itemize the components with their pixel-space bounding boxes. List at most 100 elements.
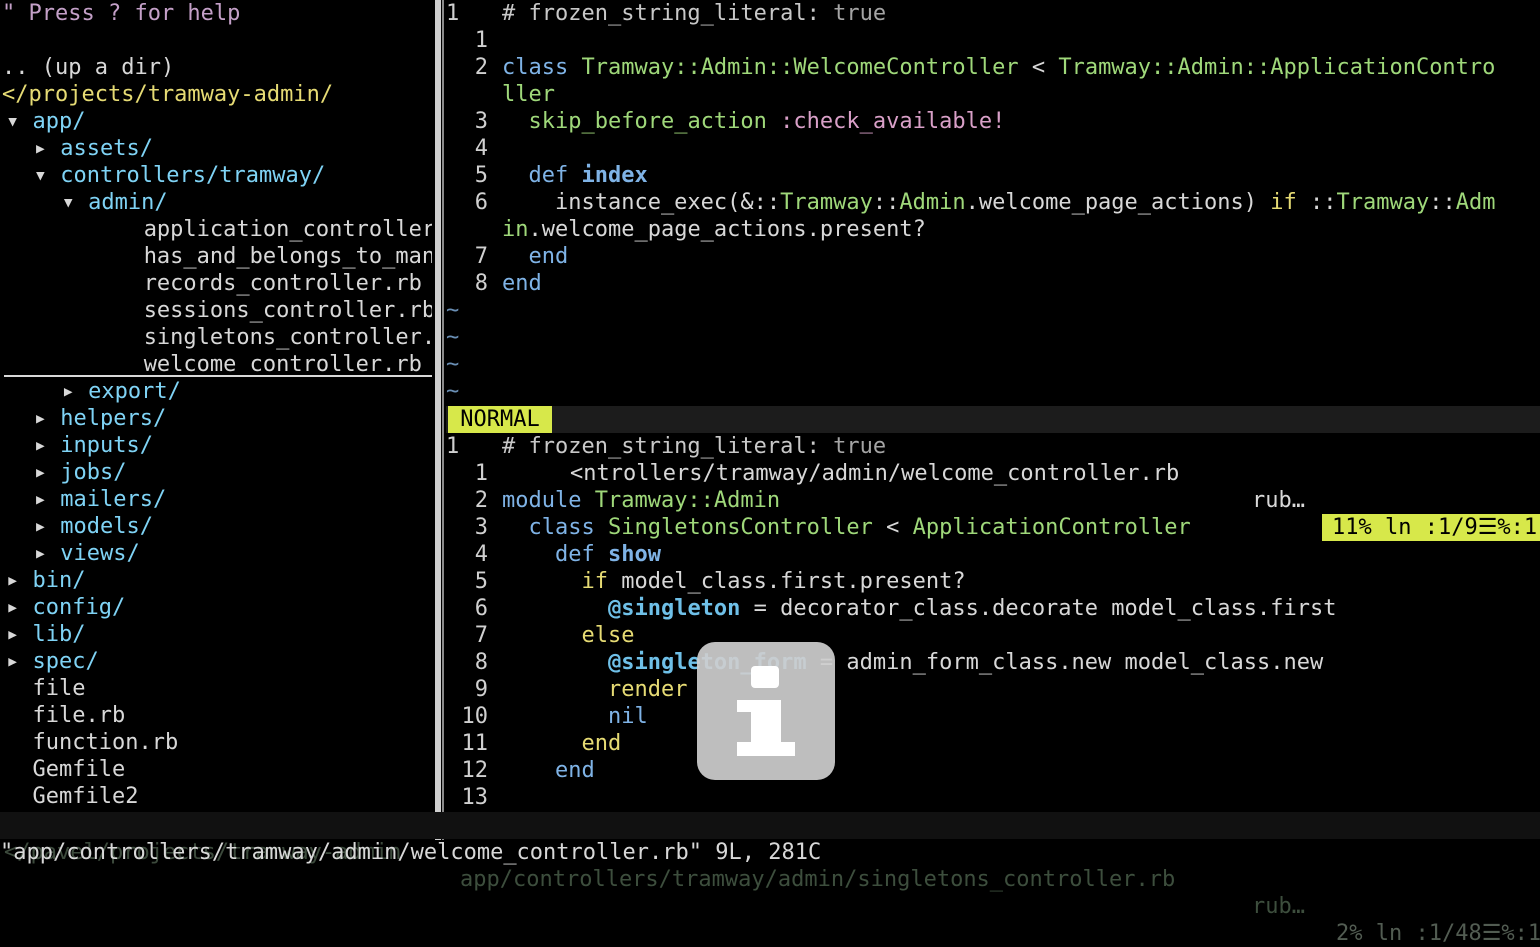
tree-file-item[interactable]: file: [6, 675, 86, 702]
tree-file-item[interactable]: singletons_controller.r: [117, 324, 432, 351]
tree-dir-item[interactable]: ▸ config/: [6, 594, 125, 621]
caret-right-icon[interactable]: ▸: [6, 622, 19, 647]
tree-file-item[interactable]: file.rb: [6, 702, 126, 729]
tree-item-label: file: [32, 676, 86, 701]
caret-right-icon[interactable]: ▸: [62, 379, 75, 404]
caret-down-icon[interactable]: ▾: [62, 190, 75, 215]
caret-right-icon[interactable]: ▸: [6, 649, 19, 674]
code-line[interactable]: 9 render: [446, 676, 1540, 703]
tree-dir-item[interactable]: ▸ mailers/: [34, 486, 166, 513]
tree-up-dir[interactable]: .. (up a dir): [2, 54, 174, 81]
caret-down-icon[interactable]: ▾: [34, 163, 47, 188]
empty-buffer-tilde: ~: [446, 298, 460, 323]
tree-file-item[interactable]: application_controller.: [117, 216, 432, 243]
caret-right-icon[interactable]: ▸: [34, 433, 47, 458]
code-text: def show: [502, 541, 661, 568]
code-token: true: [833, 434, 887, 459]
command-line[interactable]: "app/controllers/tramway/admin/welcome_c…: [0, 839, 1540, 866]
code-line[interactable]: 5 def index: [446, 162, 1540, 189]
tree-item-label: export/: [88, 379, 181, 404]
tree-dir-item[interactable]: ▸ inputs/: [34, 432, 153, 459]
file-tree-pane[interactable]: " Press ? for help .. (up a dir) </proje…: [0, 0, 432, 812]
line-number: 6: [474, 190, 488, 215]
code-line[interactable]: 1: [446, 27, 1540, 54]
tree-file-item[interactable]: welcome_controller.rb: [117, 351, 422, 378]
caret-right-icon[interactable]: ▸: [34, 406, 47, 431]
line-number: 4: [474, 136, 488, 161]
tree-dir-item[interactable]: ▾ app/: [6, 108, 85, 135]
tree-item-label: application_controller.: [143, 217, 432, 242]
code-line[interactable]: 11 end: [446, 730, 1540, 757]
statusline-filetype-inactive: rub…: [1252, 894, 1305, 919]
code-line[interactable]: 8 end: [446, 270, 1540, 297]
line-number: 12: [461, 758, 489, 783]
code-token: <: [872, 515, 913, 540]
caret-down-icon[interactable]: ▾: [6, 109, 19, 134]
caret-right-icon[interactable]: ▸: [6, 568, 19, 593]
tree-help-text: " Press ? for help: [2, 1, 241, 26]
tree-item-label: controllers/tramway/: [60, 163, 326, 188]
code-line[interactable]: 7 end: [446, 243, 1540, 270]
code-token: ller: [502, 82, 555, 107]
tree-file-item[interactable]: Gemfile: [6, 756, 126, 783]
tree-root-path[interactable]: </projects/tramway-admin/: [2, 81, 333, 108]
editor-pane-singletons-controller[interactable]: 1 # frozen_string_literal: true 1 2 module T…: [446, 433, 1540, 812]
code-token: # frozen_string_literal:: [502, 1, 834, 26]
tree-dir-item[interactable]: ▸ spec/: [6, 648, 99, 675]
code-line[interactable]: 2 class Tramway::Admin::WelcomeController…: [446, 54, 1540, 81]
tree-item-label: singletons_controller.r: [143, 325, 432, 350]
code-line[interactable]: 1: [446, 460, 1540, 487]
code-line[interactable]: 4: [446, 135, 1540, 162]
tree-dir-item[interactable]: ▸ helpers/: [34, 405, 166, 432]
code-line[interactable]: 12 end: [446, 757, 1540, 784]
code-line[interactable]: 8 @singleton_form = admin_form_class.new…: [446, 649, 1540, 676]
tree-file-item[interactable]: records_controller.rb: [117, 270, 422, 297]
caret-right-icon[interactable]: ▸: [34, 460, 47, 485]
line-number: 1: [474, 28, 488, 53]
tree-file-item[interactable]: sessions_controller.rb: [117, 297, 432, 324]
tree-dir-item[interactable]: ▸ assets/: [34, 135, 153, 162]
caret-right-icon[interactable]: ▸: [6, 595, 19, 620]
code-line[interactable]: 1 # frozen_string_literal: true: [446, 0, 1540, 27]
tree-dir-item[interactable]: ▸ views/: [34, 540, 140, 567]
tree-dir-item[interactable]: ▸ lib/: [6, 621, 85, 648]
caret-right-icon[interactable]: ▸: [34, 487, 47, 512]
tree-dir-item[interactable]: ▾ controllers/tramway/: [34, 162, 325, 189]
code-line[interactable]: 3 class SingletonsController < Applicati…: [446, 514, 1540, 541]
tree-dir-item[interactable]: ▸ bin/: [6, 567, 85, 594]
code-line[interactable]: 5 if model_class.first.present?: [446, 568, 1540, 595]
line-number: 4: [474, 542, 488, 567]
editor-pane-welcome-controller[interactable]: 1 # frozen_string_literal: true 1 2 class Tr…: [446, 0, 1540, 406]
tree-dir-item[interactable]: ▸ export/: [62, 378, 181, 405]
code-line[interactable]: 10 nil: [446, 703, 1540, 730]
code-text: @singleton_form = admin_form_class.new m…: [502, 649, 1323, 676]
tree-file-item[interactable]: function.rb: [6, 729, 179, 756]
code-line[interactable]: 7 else: [446, 622, 1540, 649]
code-line[interactable]: 13: [446, 784, 1540, 811]
caret-right-icon[interactable]: ▸: [34, 514, 47, 539]
code-line[interactable]: ller: [446, 81, 1540, 108]
code-line[interactable]: 4 def show: [446, 541, 1540, 568]
code-line[interactable]: in.welcome_page_actions.present?: [446, 216, 1540, 243]
caret-right-icon[interactable]: ▸: [34, 136, 47, 161]
code-token: nil: [607, 704, 648, 729]
tree-file-item[interactable]: has_and_belongs_to_many: [117, 243, 432, 270]
vertical-split-divider[interactable]: [432, 0, 446, 840]
tree-file-item[interactable]: Gemfile2: [6, 783, 139, 810]
code-line[interactable]: 6 @singleton = decorator_class.decorate …: [446, 595, 1540, 622]
caret-right-icon[interactable]: ▸: [34, 541, 47, 566]
tree-dir-item[interactable]: ▸ models/: [34, 513, 153, 540]
tree-dir-item[interactable]: ▸ jobs/: [34, 459, 127, 486]
code-line[interactable]: 2 module Tramway::Admin: [446, 487, 1540, 514]
tree-dir-item[interactable]: ▾ admin/: [62, 189, 168, 216]
line-number: 2: [474, 55, 488, 80]
code-line[interactable]: 3 skip_before_action :check_available!: [446, 108, 1540, 135]
code-line[interactable]: 1 # frozen_string_literal: true: [446, 433, 1540, 460]
code-line[interactable]: 6 instance_exec(&::Tramway::Admin.welcom…: [446, 189, 1540, 216]
